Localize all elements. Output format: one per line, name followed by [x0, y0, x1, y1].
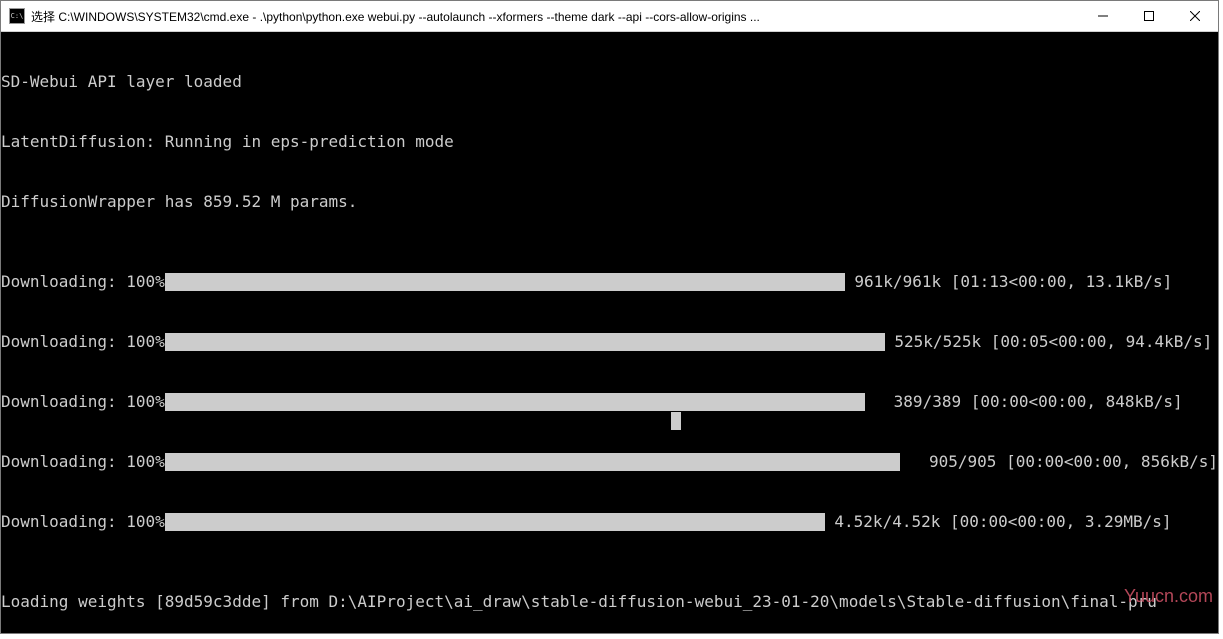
minimize-button[interactable]	[1080, 1, 1126, 31]
terminal-output[interactable]: SD-Webui API layer loaded LatentDiffusio…	[1, 32, 1218, 633]
terminal-line: SD-Webui API layer loaded	[1, 72, 1218, 92]
download-stats: 961k/961k [01:13<00:00, 13.1kB/s]	[845, 272, 1173, 292]
terminal-line: LatentDiffusion: Running in eps-predicti…	[1, 132, 1218, 152]
window-title: 选择 C:\WINDOWS\SYSTEM32\cmd.exe - .\pytho…	[31, 8, 1080, 25]
titlebar[interactable]: 选择 C:\WINDOWS\SYSTEM32\cmd.exe - .\pytho…	[1, 1, 1218, 32]
download-progress-line: Downloading: 100% 525k/525k [00:05<00:00…	[1, 332, 1218, 352]
download-label: Downloading: 100%	[1, 392, 165, 412]
download-stats: 905/905 [00:00<00:00, 856kB/s]	[900, 452, 1218, 472]
download-stats: 525k/525k [00:05<00:00, 94.4kB/s]	[885, 332, 1213, 352]
progress-bar	[165, 393, 865, 411]
progress-bar	[165, 453, 900, 471]
download-label: Downloading: 100%	[1, 332, 165, 352]
command-prompt-window: 选择 C:\WINDOWS\SYSTEM32\cmd.exe - .\pytho…	[0, 0, 1219, 634]
maximize-button[interactable]	[1126, 1, 1172, 31]
window-controls	[1080, 1, 1218, 31]
watermark: Yuucn.com	[1124, 586, 1213, 607]
download-progress-line: Downloading: 100% 961k/961k [01:13<00:00…	[1, 272, 1218, 292]
terminal-line: Loading weights [89d59c3dde] from D:\AIP…	[1, 592, 1218, 612]
download-label: Downloading: 100%	[1, 452, 165, 472]
download-progress-line: Downloading: 100% 4.52k/4.52k [00:00<00:…	[1, 512, 1218, 532]
download-label: Downloading: 100%	[1, 272, 165, 292]
download-stats: 4.52k/4.52k [00:00<00:00, 3.29MB/s]	[825, 512, 1172, 532]
download-stats: 389/389 [00:00<00:00, 848kB/s]	[865, 392, 1183, 412]
download-progress-line: Downloading: 100% 389/389 [00:00<00:00, …	[1, 392, 1218, 412]
download-label: Downloading: 100%	[1, 512, 165, 532]
cmd-icon	[9, 8, 25, 24]
terminal-cursor	[671, 412, 681, 430]
download-progress-line: Downloading: 100% 905/905 [00:00<00:00, …	[1, 452, 1218, 472]
progress-bar	[165, 333, 885, 351]
terminal-line: DiffusionWrapper has 859.52 M params.	[1, 192, 1218, 212]
progress-bar	[165, 513, 825, 531]
progress-bar	[165, 273, 845, 291]
close-button[interactable]	[1172, 1, 1218, 31]
